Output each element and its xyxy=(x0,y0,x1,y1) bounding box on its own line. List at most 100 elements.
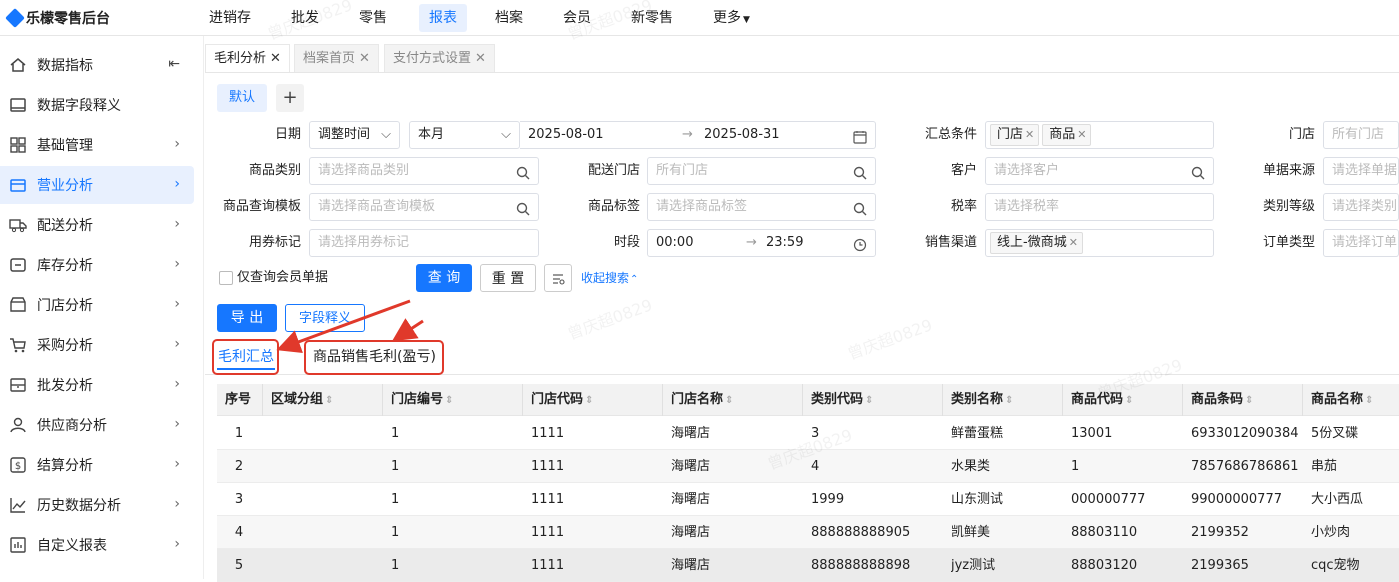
sidebar-item-stock[interactable]: 库存分析 › xyxy=(0,246,194,284)
sidebar-item-wholesale[interactable]: 批发分析 › xyxy=(0,366,194,404)
table-cell: 3 xyxy=(234,492,244,507)
header-category-name[interactable]: 类别名称 ⇕ xyxy=(942,384,1062,416)
close-icon[interactable]: ✕ xyxy=(1077,128,1086,141)
chevron-right-icon: › xyxy=(174,496,180,512)
sidebar-item-metrics[interactable]: 数据指标 ⇤ xyxy=(0,46,194,84)
money-icon: $ xyxy=(8,455,28,475)
sidebar-item-label: 基础管理 xyxy=(37,138,93,154)
sort-icon[interactable]: ⇕ xyxy=(585,395,593,406)
sort-icon[interactable]: ⇕ xyxy=(445,395,453,406)
search-icon[interactable] xyxy=(853,164,867,180)
nav-more[interactable]: 更多 ▼ xyxy=(703,0,760,36)
app-title: 乐檬零售后台 xyxy=(26,11,110,27)
source-select[interactable]: 请选择单据 xyxy=(1323,157,1399,185)
sidebar-item-label: 库存分析 xyxy=(37,258,93,274)
delivery-store-input[interactable]: 所有门店 xyxy=(647,157,876,185)
goods-tag-input[interactable]: 请选择商品标签 xyxy=(647,193,876,221)
sidebar-item-delivery[interactable]: 配送分析 › xyxy=(0,206,194,244)
sort-icon[interactable]: ⇕ xyxy=(1365,395,1373,406)
table-cell xyxy=(271,450,391,483)
chevron-right-icon: › xyxy=(174,256,180,272)
header-label: 类别代码 xyxy=(811,392,864,407)
table-row[interactable]: 5 1 1111 海曙店 888888888898 jyz测试 88803120 219936… xyxy=(217,549,1399,582)
chevron-right-icon: › xyxy=(174,536,180,552)
nav-retail[interactable]: 零售 xyxy=(349,0,397,36)
sidebar-item-label: 营业分析 xyxy=(37,178,93,194)
table-row[interactable]: 4 1 1111 海曙店 888888888905 凯鲜美 88803110 2199352 小… xyxy=(217,516,1399,549)
table-cell: 凯鲜美 xyxy=(951,525,991,540)
store-select[interactable]: 所有门店 xyxy=(1323,121,1399,149)
app-logo[interactable]: 乐檬零售后台 xyxy=(5,8,110,28)
sort-icon[interactable]: ⇕ xyxy=(725,395,733,406)
chevron-right-icon: › xyxy=(174,216,180,232)
sidebar-item-basic[interactable]: 基础管理 › xyxy=(0,126,194,164)
placeholder: 请选择客户 xyxy=(994,163,1060,178)
sidebar-item-label: 自定义报表 xyxy=(37,538,107,554)
header-region[interactable]: 区域分组 ⇕ xyxy=(262,384,382,416)
main-content: 毛利分析 ✕ 档案首页 ✕ 支付方式设置 ✕ 默认 + 日期 调整时间 ⌵ 本月 ⌵ 20… xyxy=(205,0,1399,582)
table-header: 序号 区域分组 ⇕ 门店编号 ⇕ 门店代码 ⇕ 门店名称 ⇕ 类别代码 ⇕ 类别名称 ⇕ 商… xyxy=(217,384,1399,416)
chevron-right-icon: › xyxy=(174,136,180,152)
sidebar-item-supplier[interactable]: 供应商分析 › xyxy=(0,406,194,444)
header-barcode[interactable]: 商品条码 ⇕ xyxy=(1182,384,1302,416)
sidebar-item-purchase[interactable]: 采购分析 › xyxy=(0,326,194,364)
time-start: 00:00 xyxy=(656,235,694,250)
table-cell: 鲜蕾蛋糕 xyxy=(951,426,1004,441)
close-icon[interactable]: ✕ xyxy=(1025,128,1034,141)
sidebar-item-label: 历史数据分析 xyxy=(37,498,121,514)
table-cell: 1111 xyxy=(531,492,565,507)
close-icon[interactable]: ✕ xyxy=(1069,236,1078,249)
collapse-sidebar-icon[interactable]: ⇤ xyxy=(168,56,180,72)
nav-reports[interactable]: 报表 xyxy=(419,4,467,32)
store-label: 门店 xyxy=(1288,127,1315,142)
table-cell: 1111 xyxy=(531,459,565,474)
sidebar-item-store[interactable]: 门店分析 › xyxy=(0,286,194,324)
placeholder: 所有门店 xyxy=(656,163,709,178)
sort-icon[interactable]: ⇕ xyxy=(1125,395,1133,406)
header-label: 门店代码 xyxy=(531,392,584,407)
summary-label: 汇总条件 xyxy=(924,127,977,142)
header-category-code[interactable]: 类别代码 ⇕ xyxy=(802,384,942,416)
sort-icon[interactable]: ⇕ xyxy=(325,395,333,406)
sidebar: 数据指标 ⇤ 数据字段释义 基础管理 › 营业分析 › 配送分析 › 库存分析 … xyxy=(0,36,204,579)
table-cell xyxy=(271,417,391,450)
table-cell: 4 xyxy=(811,459,820,474)
summary-select[interactable]: 门店 ✕ 商品 ✕ xyxy=(985,121,1214,149)
wholesale-icon xyxy=(8,375,28,395)
table-cell: 2 xyxy=(234,459,244,474)
svg-text:$: $ xyxy=(15,461,21,472)
sidebar-item-field-desc[interactable]: 数据字段释义 xyxy=(0,86,194,124)
nav-inventory[interactable]: 进销存 xyxy=(199,0,261,36)
nav-archive[interactable]: 档案 xyxy=(485,0,533,36)
sort-icon[interactable]: ⇕ xyxy=(865,395,873,406)
search-icon[interactable] xyxy=(853,200,867,216)
sidebar-item-label: 采购分析 xyxy=(37,338,93,354)
table-row[interactable]: 3 1 1111 海曙店 1999 山东测试 000000777 99000000777 大小西… xyxy=(217,483,1399,516)
tax-select[interactable]: 请选择税率 xyxy=(985,193,1214,221)
sort-icon[interactable]: ⇕ xyxy=(1245,395,1253,406)
sidebar-item-settlement[interactable]: $ 结算分析 › xyxy=(0,446,194,484)
sidebar-item-business[interactable]: 营业分析 › xyxy=(0,166,194,204)
calendar-icon xyxy=(853,128,867,144)
header-goods-name[interactable]: 商品名称 ⇕ xyxy=(1302,384,1399,416)
search-icon[interactable] xyxy=(1191,164,1205,180)
sort-icon[interactable]: ⇕ xyxy=(1005,395,1013,406)
header-store-code[interactable]: 门店代码 ⇕ xyxy=(522,384,662,416)
store-icon xyxy=(8,175,28,195)
time-picker[interactable]: 00:00 → 23:59 xyxy=(647,229,876,257)
cat-level-select[interactable]: 请选择类别 xyxy=(1323,193,1399,221)
table-cell: 5 xyxy=(234,558,244,573)
sidebar-item-label: 门店分析 xyxy=(37,298,93,314)
channel-select[interactable]: 线上-微商城 ✕ xyxy=(985,229,1214,257)
sidebar-item-history[interactable]: 历史数据分析 › xyxy=(0,486,194,524)
sidebar-item-custom-report[interactable]: 自定义报表 › xyxy=(0,526,194,564)
header-store-no[interactable]: 门店编号 ⇕ xyxy=(382,384,522,416)
order-type-select[interactable]: 请选择订单 xyxy=(1323,229,1399,257)
header-store-name[interactable]: 门店名称 ⇕ xyxy=(662,384,802,416)
sidebar-item-label: 配送分析 xyxy=(37,218,93,234)
channel-label: 销售渠道 xyxy=(924,235,977,250)
table-cell: jyz测试 xyxy=(951,558,996,573)
customer-input[interactable]: 请选择客户 xyxy=(985,157,1214,185)
channel-tag: 线上-微商城 ✕ xyxy=(990,232,1083,254)
table-cell: 000000777 xyxy=(1071,492,1146,507)
